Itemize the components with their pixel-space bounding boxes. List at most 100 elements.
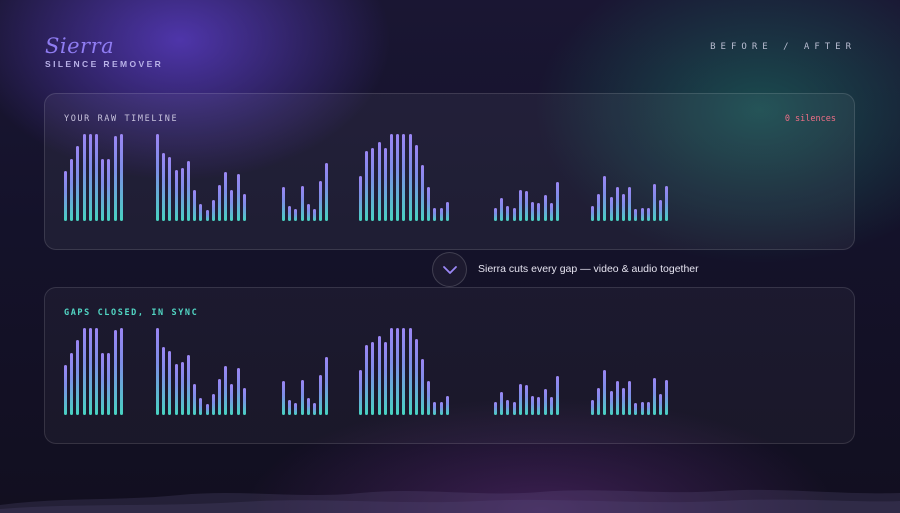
waveform-bar [64, 365, 67, 415]
waveform-bar [300, 380, 304, 415]
waveform-bar [218, 185, 221, 221]
waveform-bar [390, 328, 393, 415]
waveform-bar [377, 335, 381, 415]
waveform-bar [294, 402, 298, 415]
waveform-bar [193, 383, 197, 415]
waveform-bar [609, 390, 613, 415]
waveform-bar [236, 368, 240, 415]
synced-waveform [45, 288, 856, 445]
waveform-bar [622, 194, 625, 221]
waveform-bar [427, 187, 431, 221]
waveform-bar [300, 186, 304, 221]
waveform-bar [414, 339, 418, 415]
waveform-bar [156, 328, 159, 415]
waveform-bar [512, 401, 516, 415]
waveform-bar [325, 356, 329, 415]
waveform-bar [242, 388, 246, 415]
waveform-bar [242, 194, 246, 221]
waveform-bar [306, 203, 310, 221]
waveform-bar [665, 186, 669, 221]
chevron-down-icon [442, 265, 457, 274]
waveform-bar [421, 359, 424, 415]
waveform-bar [421, 165, 424, 221]
before-after-label: BEFORE / AFTER [710, 42, 856, 52]
waveform-bar [211, 200, 215, 221]
waveform-bar [82, 328, 86, 415]
waveform-bar [187, 354, 190, 415]
waveform-bar [445, 395, 449, 415]
waveform-bar [119, 134, 123, 221]
waveform-bar [319, 374, 323, 415]
waveform-bar [95, 328, 98, 415]
waveform-bar [512, 207, 516, 221]
waveform-bar [634, 402, 638, 415]
waveform-bar [665, 380, 669, 415]
waveform-bar [64, 171, 67, 221]
waveform-bar [174, 169, 178, 221]
cut-gaps-toggle[interactable] [432, 252, 467, 287]
waveform-bar [162, 347, 166, 415]
waveform-bar [531, 395, 535, 415]
waveform-bar [288, 400, 292, 415]
waveform-bar [319, 180, 323, 221]
waveform-bar [628, 381, 632, 415]
brand-subtitle: SILENCE REMOVER [45, 59, 164, 69]
waveform-bar [396, 328, 400, 415]
waveform-bar [70, 353, 74, 415]
waveform-bar [543, 388, 547, 415]
waveform-bar [371, 341, 375, 415]
waveform-bar [313, 402, 316, 415]
waveform-bar [205, 403, 209, 415]
waveform-bar [433, 401, 437, 415]
waveform-bar [224, 172, 228, 221]
waveform-bar [383, 341, 387, 415]
waveform-bar [646, 401, 650, 415]
waveform-bar [500, 197, 504, 221]
waveform-bar [445, 201, 449, 221]
waveform-bar [193, 189, 197, 221]
waveform-bar [597, 194, 601, 221]
waveform-bar [107, 159, 111, 221]
brand-name: Sierra [45, 34, 115, 58]
waveform-bar [70, 159, 74, 221]
waveform-bar [494, 401, 497, 415]
waveform-bar [396, 134, 400, 221]
bottom-hills-decoration [0, 489, 900, 513]
waveform-bar [88, 328, 92, 415]
waveform-bar [218, 379, 221, 415]
brand-logo: Sierra SILENCE REMOVER [45, 34, 163, 69]
raw-timeline-panel: YOUR RAW TIMELINE 0 silences [44, 93, 855, 250]
waveform-bar [597, 388, 601, 415]
waveform-bar [224, 366, 228, 415]
waveform-bar [402, 134, 406, 221]
waveform-bar [603, 175, 607, 221]
waveform-bar [101, 159, 105, 221]
waveform-bar [653, 183, 656, 221]
waveform-bar [591, 206, 594, 221]
waveform-bar [168, 156, 172, 221]
synced-timeline-panel: GAPS CLOSED, IN SYNC [44, 287, 855, 444]
waveform-bar [439, 207, 443, 221]
waveform-bar [494, 207, 497, 221]
waveform-bar [359, 369, 362, 415]
waveform-bar [549, 202, 553, 221]
waveform-bar [408, 134, 412, 221]
waveform-bar [187, 160, 190, 221]
waveform-bar [622, 388, 625, 415]
waveform-bar [609, 196, 613, 221]
waveform-bar [640, 401, 644, 415]
waveform-bar [506, 206, 510, 221]
waveform-bar [518, 383, 522, 415]
waveform-bar [119, 328, 123, 415]
waveform-bar [180, 167, 184, 221]
waveform-bar [646, 207, 650, 221]
waveform-bar [371, 147, 375, 221]
waveform-bar [402, 328, 406, 415]
waveform-bar [383, 147, 387, 221]
waveform-bar [525, 385, 528, 415]
waveform-bar [174, 363, 178, 415]
waveform-bar [82, 134, 86, 221]
waveform-bar [427, 381, 431, 415]
waveform-bar [107, 353, 111, 415]
waveform-bar [615, 381, 619, 415]
